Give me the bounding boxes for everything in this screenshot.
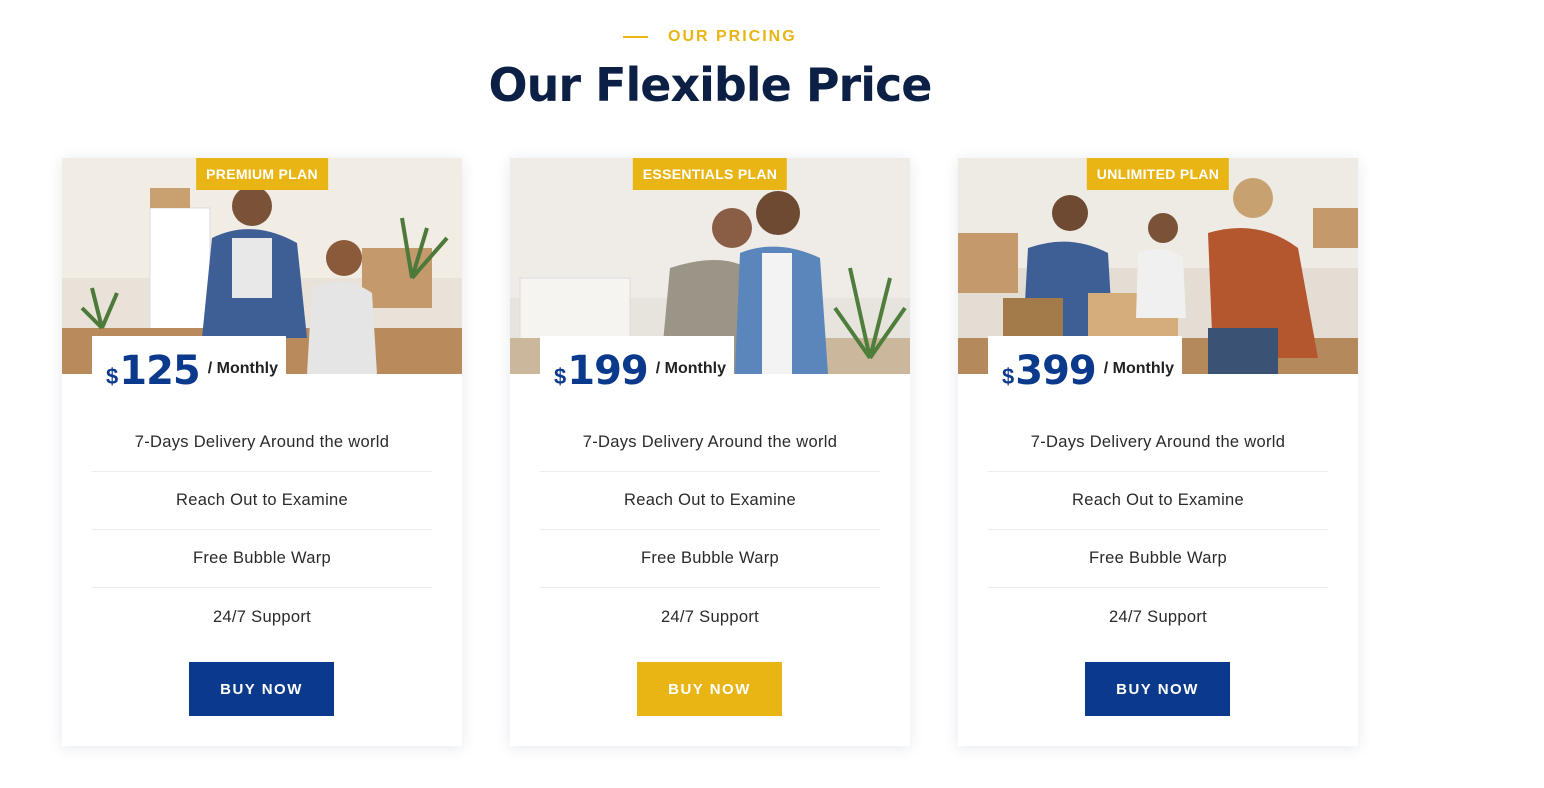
feature-item: 7-Days Delivery Around the world <box>988 414 1328 472</box>
feature-list: 7-Days Delivery Around the world Reach O… <box>988 414 1328 646</box>
feature-item: Reach Out to Examine <box>988 472 1328 530</box>
currency-symbol: $ <box>1002 364 1015 389</box>
section-eyebrow: OUR PRICING <box>623 28 797 46</box>
price-amount: 199 <box>567 348 648 394</box>
eyebrow-divider <box>623 36 648 38</box>
feature-item: Reach Out to Examine <box>92 472 432 530</box>
price-period: / Monthly <box>207 360 278 377</box>
pricing-card-essentials: ESSENTIALS PLAN $ 199 / Monthly 7-Days D… <box>510 158 910 746</box>
feature-item: Free Bubble Warp <box>988 530 1328 588</box>
plan-badge: UNLIMITED PLAN <box>1086 158 1230 190</box>
plan-badge: PREMIUM PLAN <box>196 158 328 190</box>
feature-item: 24/7 Support <box>212 607 312 626</box>
feature-item: 24/7 Support <box>660 607 760 626</box>
feature-item: Free Bubble Warp <box>92 530 432 588</box>
price-box: $ 125 / Monthly <box>92 336 286 406</box>
eyebrow-label: OUR PRICING <box>668 28 797 45</box>
price-box: $ 199 / Monthly <box>540 336 734 406</box>
feature-list: 7-Days Delivery Around the world Reach O… <box>540 414 880 646</box>
feature-list: 7-Days Delivery Around the world Reach O… <box>92 414 432 646</box>
pricing-card-premium: PREMIUM PLAN $ 125 / Monthly 7-Days Deli… <box>62 158 462 746</box>
price-box: $ 399 / Monthly <box>988 336 1182 406</box>
price-period: / Monthly <box>1103 360 1174 377</box>
section-title: Our Flexible Price <box>488 58 933 112</box>
currency-symbol: $ <box>554 364 567 389</box>
buy-now-button[interactable]: BUY NOW <box>189 662 334 716</box>
feature-item: 7-Days Delivery Around the world <box>92 414 432 472</box>
pricing-card-unlimited: UNLIMITED PLAN $ 399 / Monthly 7-Days De… <box>958 158 1358 746</box>
feature-item: 24/7 Support <box>1108 607 1208 626</box>
price-amount: 399 <box>1015 348 1096 394</box>
feature-item: 7-Days Delivery Around the world <box>540 414 880 472</box>
price-amount: 125 <box>119 348 200 394</box>
currency-symbol: $ <box>106 364 119 389</box>
buy-now-button[interactable]: BUY NOW <box>637 662 782 716</box>
plan-badge: ESSENTIALS PLAN <box>632 158 788 190</box>
feature-item: Reach Out to Examine <box>540 472 880 530</box>
price-period: / Monthly <box>655 360 726 377</box>
buy-now-button[interactable]: BUY NOW <box>1085 662 1230 716</box>
feature-item: Free Bubble Warp <box>540 530 880 588</box>
